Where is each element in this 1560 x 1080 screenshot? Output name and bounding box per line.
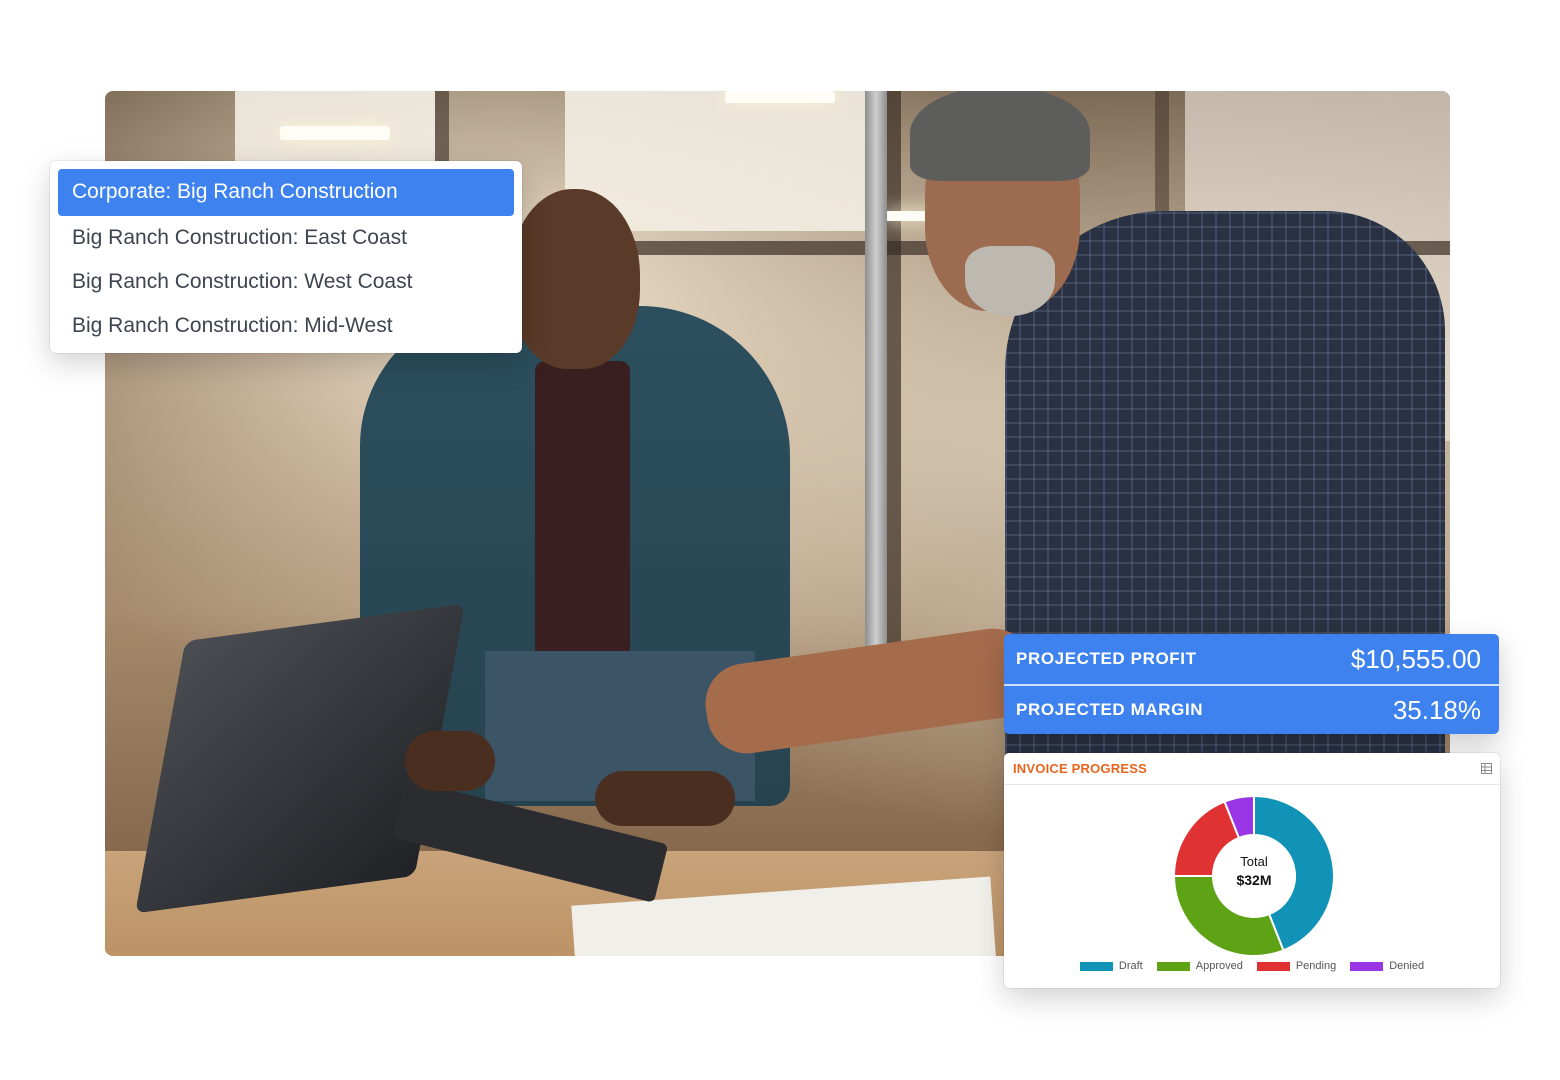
projected-metrics-card: PROJECTED PROFIT $10,555.00 PROJECTED MA… [1004,634,1499,734]
projected-profit-value: $10,555.00 [1350,643,1481,674]
dropdown-item-west-coast[interactable]: Big Ranch Construction: West Coast [58,260,514,304]
legend-label: Approved [1195,960,1243,972]
legend-item-approved: Approved [1156,960,1243,972]
projected-profit-label: PROJECTED PROFIT [1016,649,1197,668]
legend-swatch [1156,961,1190,971]
legend-swatch [1350,961,1384,971]
legend-label: Draft [1118,960,1143,972]
legend-label: Denied [1389,960,1425,972]
projected-margin-label: PROJECTED MARGIN [1016,700,1204,719]
projected-margin-value: 35.18% [1392,694,1481,725]
dropdown-item-corporate[interactable]: Corporate: Big Ranch Construction [58,169,514,216]
donut-center-title: Total [1240,854,1268,869]
dropdown-item-east-coast[interactable]: Big Ranch Construction: East Coast [58,216,514,260]
legend-item-pending: Pending [1256,960,1337,972]
legend-item-denied: Denied [1350,960,1424,972]
donut-center-value: $32M [1236,872,1272,888]
dropdown-item-mid-west[interactable]: Big Ranch Construction: Mid-West [58,304,514,348]
donut-center-label: Total $32M [1204,853,1304,889]
legend-item-draft: Draft [1079,960,1143,972]
invoice-progress-title: INVOICE PROGRESS [1013,761,1147,776]
legend-swatch [1256,961,1290,971]
projected-margin-row: PROJECTED MARGIN 35.18% [1004,684,1499,734]
page-canvas: Corporate: Big Ranch Construction Big Ra… [0,0,1560,1080]
company-dropdown[interactable]: Corporate: Big Ranch Construction Big Ra… [50,161,522,353]
legend-label: Pending [1295,960,1337,972]
invoice-progress-card: INVOICE PROGRESS Total $32M Draft Approve… [1004,753,1500,988]
projected-profit-row: PROJECTED PROFIT $10,555.00 [1004,634,1499,684]
legend-swatch [1079,961,1113,971]
grid-icon[interactable] [1481,763,1492,774]
invoice-progress-header: INVOICE PROGRESS [1004,753,1500,785]
chart-legend: Draft Approved Pending Denied [1004,960,1500,972]
